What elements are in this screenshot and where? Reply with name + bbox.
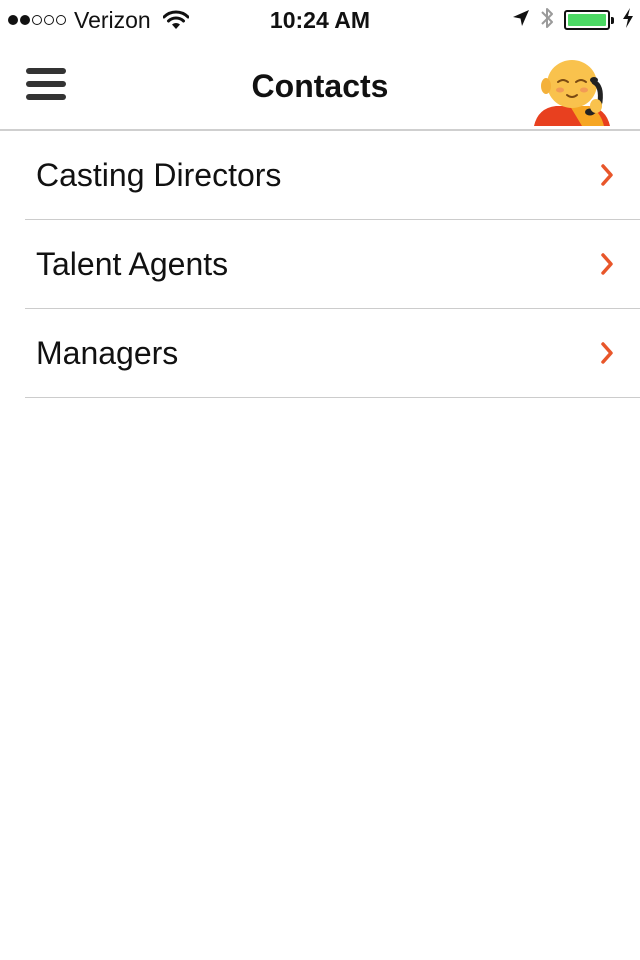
bluetooth-icon (540, 6, 554, 35)
charging-bolt-icon (622, 7, 634, 33)
list-item-managers[interactable]: Managers (25, 309, 640, 398)
chevron-right-icon (601, 253, 613, 275)
contact-categories-list: Casting Directors Talent Agents Managers (25, 131, 640, 398)
chevron-right-icon (601, 342, 613, 364)
chevron-right-icon (601, 164, 613, 186)
list-item-label: Casting Directors (36, 157, 282, 193)
list-item-label: Managers (36, 335, 179, 371)
navigation-bar: Contacts (0, 40, 640, 131)
list-item-label: Talent Agents (36, 246, 229, 282)
status-right (502, 6, 634, 34)
monk-avatar-icon (534, 60, 610, 126)
list-item-talent-agents[interactable]: Talent Agents (25, 220, 640, 309)
list-item-casting-directors[interactable]: Casting Directors (25, 131, 640, 220)
battery-level (568, 14, 606, 26)
location-arrow-icon (512, 9, 530, 32)
battery-icon (564, 10, 614, 30)
avatar[interactable] (530, 54, 614, 126)
status-bar: Verizon 10:24 AM (0, 0, 640, 40)
battery-nub (611, 17, 614, 24)
